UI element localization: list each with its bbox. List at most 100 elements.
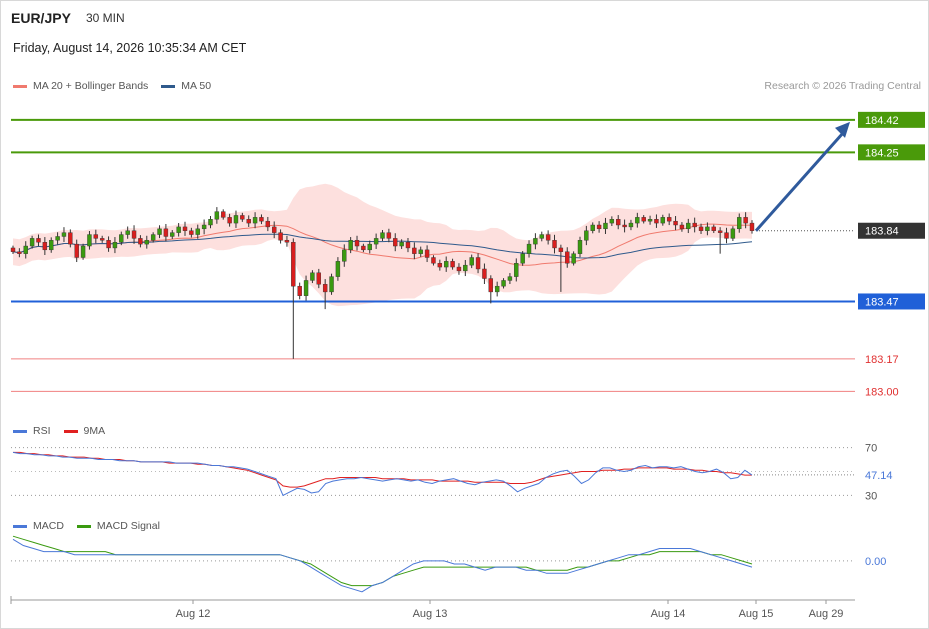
candle-body: [584, 230, 589, 241]
macd-tick-label: 0.00: [865, 556, 886, 568]
candle-body: [138, 238, 143, 245]
candle-body: [112, 242, 118, 249]
rsi-tick-label: 30: [865, 490, 877, 502]
candle-body: [233, 215, 239, 224]
candle-body: [609, 219, 615, 224]
candle-body: [10, 247, 16, 252]
rsi-tick-label: 70: [865, 443, 877, 455]
candle-body: [284, 240, 290, 243]
candle-body: [431, 257, 436, 264]
candle-body: [23, 245, 28, 254]
candle-body: [679, 224, 685, 230]
candle-body: [635, 217, 640, 224]
candle-body: [157, 228, 162, 235]
candle-body: [673, 220, 678, 226]
candle-body: [49, 240, 54, 251]
candle-body: [291, 242, 296, 287]
candle-body: [93, 234, 99, 239]
rsi-current-label: 47.14: [865, 470, 893, 482]
price-panel: 184.42 184.25 183.84 183.47 183.17 183.00: [10, 111, 925, 398]
time-tick-label: Aug 12: [176, 608, 211, 620]
candle-body: [393, 238, 398, 247]
candle-body: [399, 242, 404, 247]
candle-body: [322, 284, 328, 293]
projection-arrow-shaft: [754, 130, 846, 232]
candle-body: [342, 249, 347, 262]
candle-body: [724, 232, 729, 239]
candle-body: [221, 211, 226, 218]
candle-body: [195, 228, 200, 235]
candle-body: [730, 228, 736, 239]
candle-body: [488, 278, 494, 293]
macd-line: [12, 538, 753, 593]
candle-body: [469, 257, 474, 266]
time-tick-label: Aug 29: [809, 608, 844, 620]
candle-body: [533, 238, 538, 245]
candle-body: [119, 234, 124, 243]
candle-body: [303, 280, 309, 296]
candle-body: [577, 240, 583, 254]
candle-body: [42, 242, 48, 251]
candle-body: [501, 280, 506, 287]
candle-body: [571, 253, 576, 264]
chart-canvas[interactable]: 184.42 184.25 183.84 183.47 183.17 183.00 70 3…: [0, 0, 929, 629]
candle-body: [386, 232, 392, 239]
candle-body: [310, 272, 315, 281]
candle-body: [558, 247, 564, 252]
time-tick-label: Aug 15: [739, 608, 774, 620]
candle-body: [265, 220, 271, 228]
candle-body: [628, 222, 634, 228]
candle-body: [252, 217, 258, 224]
candle-body: [99, 238, 105, 241]
candle-body: [405, 242, 411, 249]
candle-body: [565, 251, 570, 264]
candle-body: [717, 230, 723, 233]
candle-body: [125, 230, 130, 235]
candle-body: [743, 217, 748, 224]
time-axis: Aug 12 Aug 13 Aug 14 Aug 15 Aug 29: [10, 596, 855, 620]
candle-body: [616, 219, 621, 226]
current-price-label: 183.84: [865, 226, 899, 238]
candle-body: [189, 230, 194, 235]
candle-body: [514, 263, 519, 277]
candle-body: [647, 219, 653, 222]
candle-body: [437, 263, 443, 268]
candle-body: [297, 285, 302, 296]
resistance-label: 184.42: [865, 115, 899, 127]
candle-body: [227, 217, 232, 224]
candle-body: [590, 224, 595, 231]
candle-body: [641, 217, 646, 222]
candle-body: [68, 232, 73, 245]
candle-body: [412, 247, 417, 254]
candle-body: [316, 272, 321, 285]
candle-body: [545, 234, 551, 241]
candle-body: [246, 219, 251, 224]
candle-body: [666, 217, 672, 222]
candle-body: [552, 240, 557, 249]
candle-body: [475, 257, 481, 270]
candle-body: [80, 245, 86, 258]
candle-body: [520, 253, 525, 264]
candle-body: [424, 249, 430, 258]
rsi-line: [12, 451, 753, 497]
candle-body: [463, 264, 468, 272]
candle-body: [335, 261, 341, 277]
support-label: 183.00: [865, 386, 899, 398]
time-tick-label: Aug 13: [413, 608, 448, 620]
candle-body: [170, 232, 175, 237]
candle-body: [348, 240, 353, 251]
candle-body: [87, 234, 92, 247]
candle-body: [259, 217, 264, 222]
candle-body: [456, 266, 462, 272]
candle-body: [380, 232, 385, 239]
resistance-label: 184.25: [865, 147, 899, 159]
candle-body: [482, 268, 487, 279]
candle-body: [144, 240, 149, 245]
candle-body: [278, 232, 283, 241]
candle-body: [329, 276, 334, 293]
candle-body: [749, 222, 755, 231]
candle-body: [361, 245, 366, 251]
macd-panel: 0.00: [11, 535, 886, 593]
candle-body: [55, 236, 60, 241]
candle-body: [660, 217, 666, 224]
